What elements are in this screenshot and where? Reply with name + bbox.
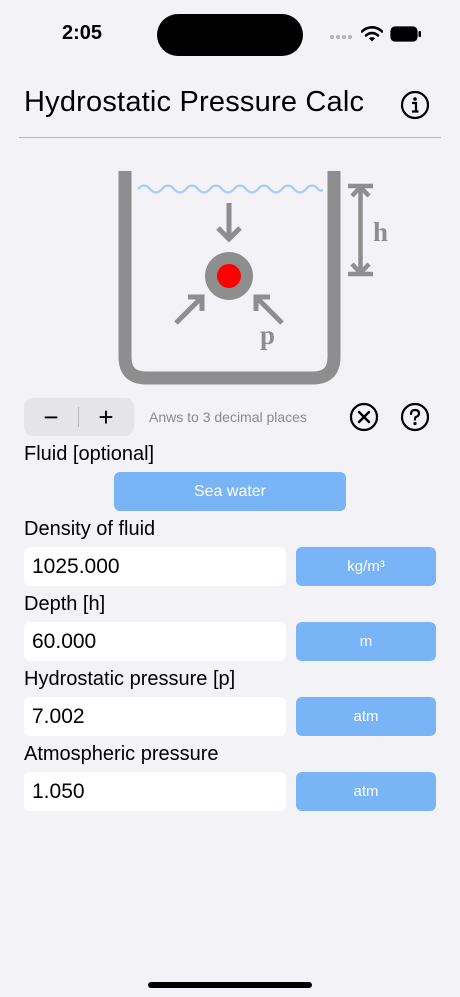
fluid-label: Fluid [optional] [24,443,155,465]
clear-icon[interactable] [349,402,379,432]
density-unit-button[interactable]: kg/m³ [296,547,436,586]
help-icon[interactable] [400,402,430,432]
decrease-decimals-button[interactable]: − [24,398,78,436]
density-label: Density of fluid [24,518,156,540]
status-time: 2:05 [62,22,103,44]
atmospheric-pressure-field[interactable]: 1.050 [24,772,286,811]
status-bar: 2:05 [0,0,460,70]
header-divider [19,137,441,138]
increase-decimals-button[interactable]: + [79,398,133,436]
cellular-signal-icon [330,35,352,39]
hydrostatic-pressure-field[interactable]: 7.002 [24,697,286,736]
battery-icon [390,26,421,42]
hydrostatic-pressure-label: Hydrostatic pressure [p] [24,668,236,690]
depth-label: h [373,217,388,247]
depth-unit-button[interactable]: m [296,622,436,661]
depth-field-label: Depth [h] [24,593,106,615]
page-title: Hydrostatic Pressure Calc [24,86,365,118]
pressure-label: p [260,320,275,350]
decimal-stepper: − + [24,398,134,436]
water-surface-icon [137,184,324,194]
pressure-ball-core [217,264,241,288]
down-arrow-icon [216,203,242,243]
density-field[interactable]: 1025.000 [24,547,286,586]
home-indicator[interactable] [148,982,312,988]
decimal-places-text: Anws to 3 decimal places [149,409,307,425]
fluid-select-button[interactable]: Sea water [114,472,346,511]
hydrostatic-pressure-unit-button[interactable]: atm [296,697,436,736]
up-right-arrow-icon [174,294,205,325]
dynamic-island [157,14,303,56]
info-icon[interactable] [400,90,430,120]
wifi-icon [361,26,383,42]
atmospheric-pressure-label: Atmospheric pressure [24,743,219,765]
hydrostatic-diagram: h p [118,171,388,385]
depth-field[interactable]: 60.000 [24,622,286,661]
atmospheric-pressure-unit-button[interactable]: atm [296,772,436,811]
depth-bracket [348,183,373,277]
